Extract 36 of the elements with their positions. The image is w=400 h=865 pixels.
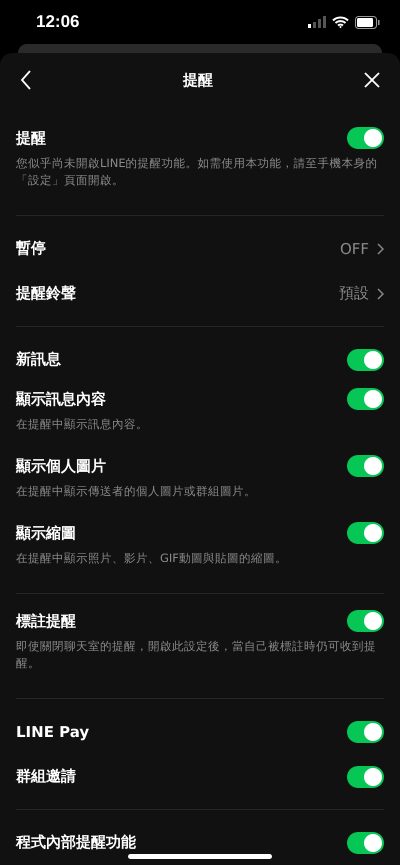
close-icon[interactable] <box>364 72 380 88</box>
setting-label: 顯示個人圖片 <box>16 456 106 476</box>
setting-label: 顯示訊息內容 <box>16 390 106 408</box>
chevron-right-icon <box>377 288 384 300</box>
setting-description: 在提醒中顯示傳送者的個人圖片或群組圖片。 <box>16 483 257 500</box>
setting-label: 暫停 <box>16 239 46 258</box>
chevron-right-icon <box>377 242 384 254</box>
toggle-switch[interactable] <box>347 720 384 742</box>
setting-description: 在提醒中顯示照片、影片、GIF動圖與貼圖的縮圖。 <box>16 550 288 567</box>
setting-description: 即使關閉聊天室的提醒，開啟此設定後，當自己被標註時仍可收到提醒。 <box>16 638 377 672</box>
toggle-switch[interactable] <box>347 766 384 788</box>
toggle-switch[interactable] <box>347 348 384 370</box>
toggle-switch[interactable] <box>347 455 384 477</box>
setting-label: 提醒 <box>16 128 46 148</box>
setting-label: 提醒鈴聲 <box>16 284 76 303</box>
toggle-switch[interactable] <box>347 127 384 149</box>
setting-label: 顯示縮圖 <box>16 524 76 542</box>
setting-description: 您似乎尚未開啟LINE的提醒功能。如需使用本功能，請至手機本身的「設定」頁面開啟。 <box>16 155 379 189</box>
battery-icon <box>355 16 380 28</box>
status-time: 12:06 <box>36 12 80 32</box>
setting-value[interactable]: OFF <box>340 240 369 258</box>
toggle-switch[interactable] <box>347 522 384 544</box>
setting-label: 程式內部提醒功能 <box>16 833 136 852</box>
setting-label: 標註提醒 <box>16 612 76 630</box>
setting-description: 在提醒中顯示訊息內容。 <box>16 416 149 433</box>
setting-label: 群組邀請 <box>16 767 76 786</box>
setting-label: LINE Pay <box>16 722 90 740</box>
back-icon[interactable] <box>20 70 32 90</box>
wifi-icon <box>332 16 349 28</box>
page-title: 提醒 <box>183 70 213 90</box>
toggle-switch[interactable] <box>347 610 384 632</box>
toggle-switch[interactable] <box>347 388 384 410</box>
signal-icon <box>308 16 326 28</box>
setting-value[interactable]: 預設 <box>339 284 369 303</box>
toggle-switch[interactable] <box>347 832 384 854</box>
setting-label: 新訊息 <box>16 350 61 369</box>
